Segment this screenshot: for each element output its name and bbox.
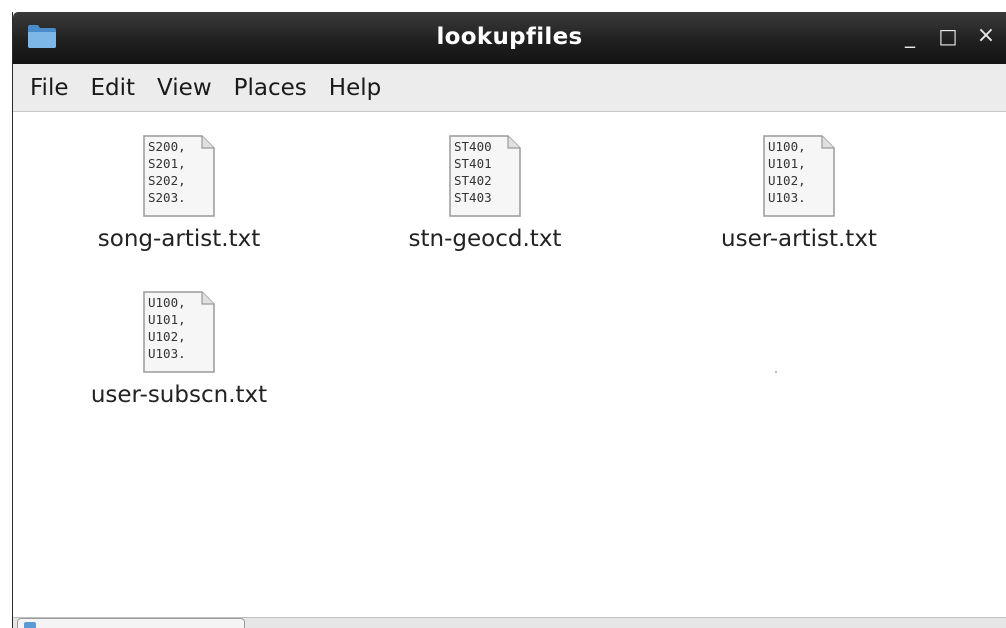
menu-view[interactable]: View	[146, 71, 223, 105]
maximize-button[interactable]: □	[934, 22, 962, 50]
text-file-icon: U100, U101, U102, U103.	[143, 291, 215, 373]
menu-bar: File Edit View Places Help	[13, 64, 1006, 112]
status-tab[interactable]	[17, 618, 245, 628]
preview-line: ST401	[454, 156, 492, 171]
menu-edit[interactable]: Edit	[80, 71, 147, 105]
file-name: stn-geocd.txt	[408, 226, 562, 252]
preview-line: U102,	[768, 173, 806, 188]
preview-line: U102,	[148, 329, 186, 344]
menu-places[interactable]: Places	[223, 71, 318, 105]
preview-line: U101,	[768, 156, 806, 171]
preview-line: S200,	[148, 139, 186, 154]
file-name: user-artist.txt	[721, 226, 877, 252]
menu-file[interactable]: File	[19, 71, 80, 105]
preview-line: U100,	[768, 139, 806, 154]
file-name: song-artist.txt	[97, 226, 261, 252]
file-manager-window: lookupfiles _ □ × File Edit View Places …	[12, 12, 1006, 628]
folder-icon	[24, 622, 36, 628]
menu-help[interactable]: Help	[318, 71, 392, 105]
close-button[interactable]: ×	[972, 22, 1000, 50]
preview-line: ST400	[454, 139, 492, 154]
text-file-icon: S200, S201, S202, S203.	[143, 135, 215, 217]
preview-line: S203.	[148, 190, 186, 205]
preview-line: ST402	[454, 173, 492, 188]
status-bar	[13, 617, 1006, 628]
preview-line: S201,	[148, 156, 186, 171]
file-name: user-subscn.txt	[90, 382, 268, 408]
file-item-song-artist[interactable]: S200, S201, S202, S203. song-artist.txt	[49, 134, 309, 252]
title-bar[interactable]: lookupfiles _ □ ×	[13, 12, 1006, 64]
file-view[interactable]: S200, S201, S202, S203. song-artist.txt …	[13, 112, 1006, 618]
minimize-button[interactable]: _	[896, 22, 924, 50]
file-item-user-artist[interactable]: U100, U101, U102, U103. user-artist.txt	[669, 134, 929, 252]
window-title: lookupfiles	[436, 24, 583, 50]
preview-line: U103.	[148, 346, 186, 361]
preview-line: S202,	[148, 173, 186, 188]
text-file-icon: U100, U101, U102, U103.	[763, 135, 835, 217]
preview-line: U103.	[768, 190, 806, 205]
preview-line: U100,	[148, 295, 186, 310]
file-item-user-subscn[interactable]: U100, U101, U102, U103. user-subscn.txt	[49, 290, 309, 408]
preview-line: ST403	[454, 190, 492, 205]
file-item-stn-geocd[interactable]: ST400 ST401 ST402 ST403 stn-geocd.txt	[355, 134, 615, 252]
text-file-icon: ST400 ST401 ST402 ST403	[449, 135, 521, 217]
preview-line: U101,	[148, 312, 186, 327]
stray-dot	[775, 371, 777, 373]
